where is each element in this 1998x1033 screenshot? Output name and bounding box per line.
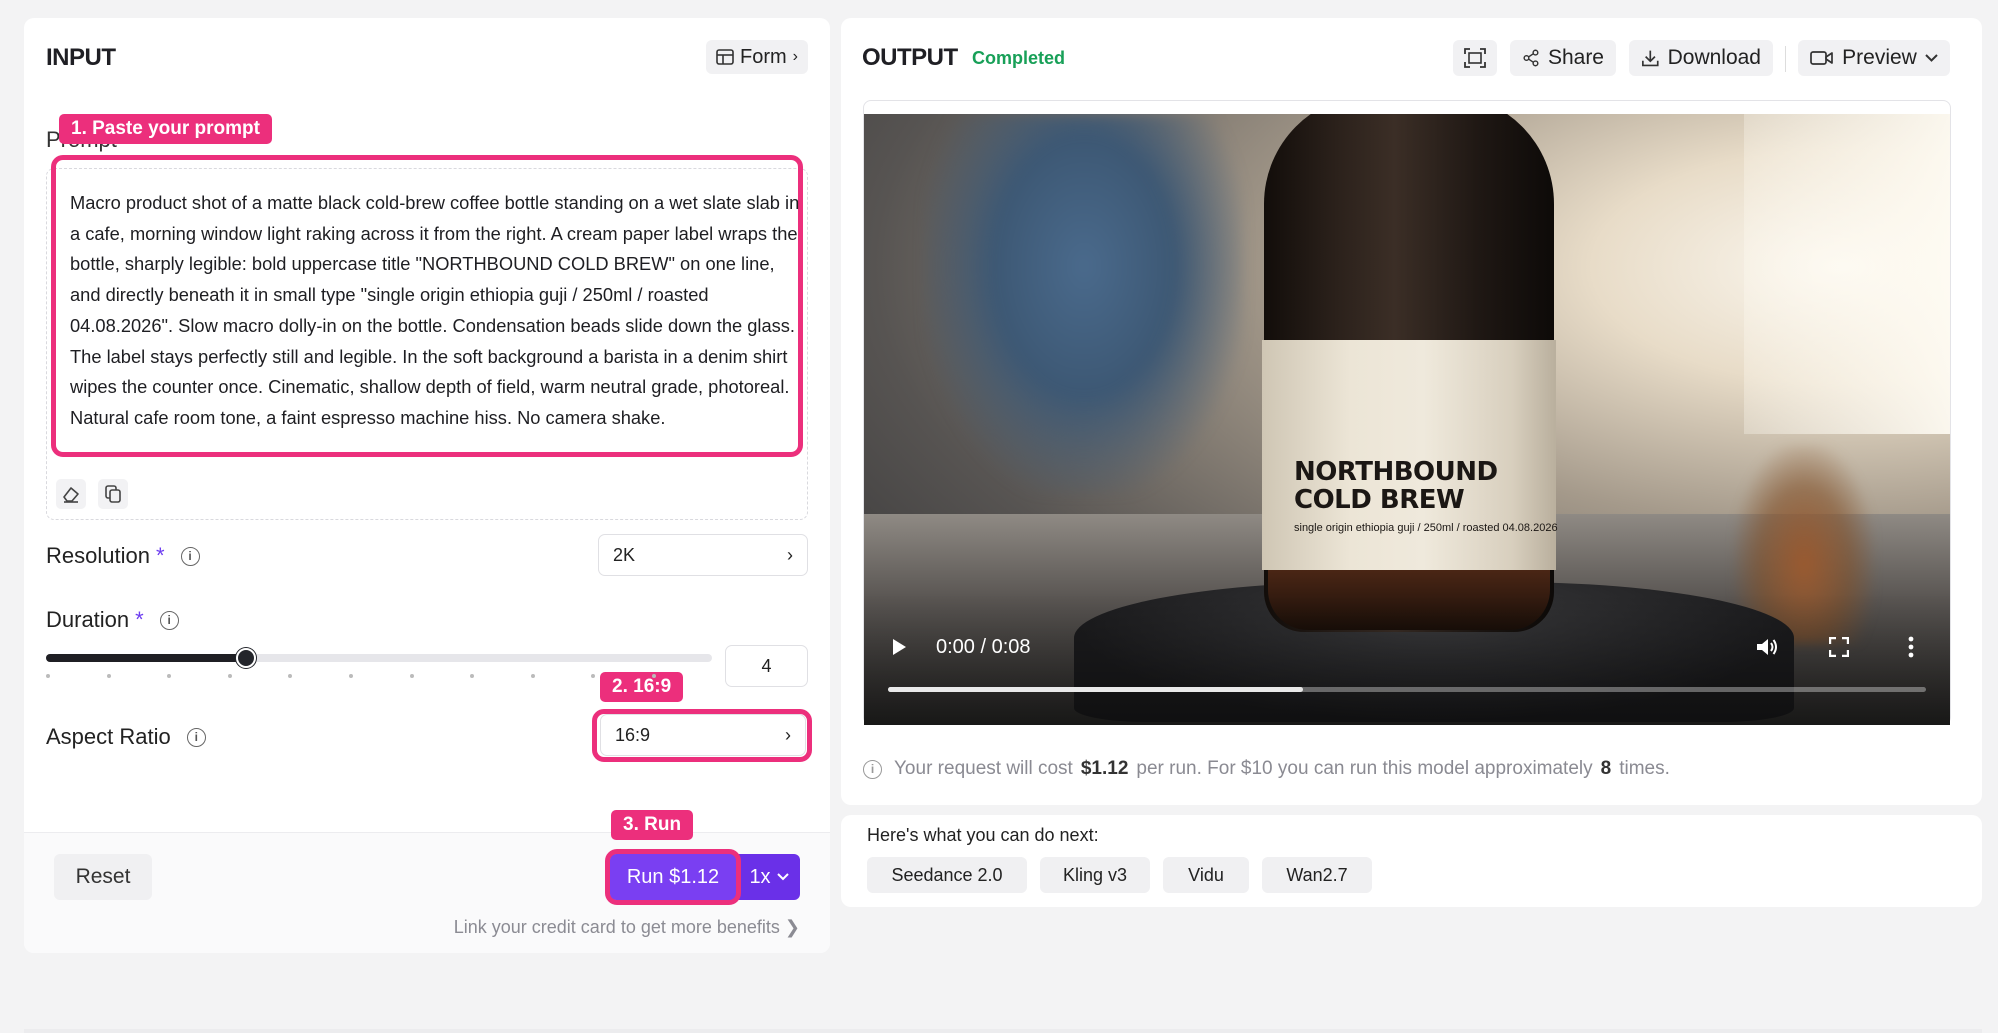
- prompt-textarea[interactable]: Macro product shot of a matte black cold…: [70, 188, 800, 434]
- video-progress-bar[interactable]: [888, 687, 1926, 692]
- resolution-label-text: Resolution: [46, 543, 150, 568]
- model-chip-vidu[interactable]: Vidu: [1163, 857, 1249, 893]
- required-mark: *: [135, 607, 144, 632]
- video-camera-icon: [1810, 51, 1833, 65]
- input-panel: INPUT Form › Prompt 1. Paste your prompt…: [24, 18, 830, 953]
- slider-tick-dot: [46, 674, 50, 678]
- slider-tick-dot: [530, 674, 535, 678]
- copy-icon[interactable]: [98, 479, 128, 509]
- share-button[interactable]: Share: [1510, 40, 1616, 76]
- info-icon[interactable]: i: [159, 610, 179, 630]
- preview-dropdown[interactable]: Preview: [1798, 40, 1950, 76]
- required-mark: *: [155, 543, 165, 568]
- video-player[interactable]: NORTHBOUND COLD BREW single origin ethio…: [864, 114, 1950, 725]
- download-icon: [1642, 50, 1659, 67]
- slider-tick-dot: [470, 674, 475, 678]
- duration-label-text: Duration: [46, 607, 130, 632]
- credit-card-link[interactable]: Link your credit card to get more benefi…: [454, 917, 800, 938]
- model-chip-wan[interactable]: Wan2.7: [1262, 857, 1372, 893]
- cost-price: $1.12: [1080, 758, 1129, 779]
- volume-icon: [1757, 639, 1777, 655]
- play-button[interactable]: [884, 632, 914, 662]
- window-light: [1744, 114, 1950, 434]
- toolbar-divider: [1785, 46, 1786, 72]
- model-chip-seedance[interactable]: Seedance 2.0: [867, 857, 1027, 893]
- download-label: Download: [1667, 46, 1761, 69]
- bottle-label-title-line2: COLD BREW: [1294, 485, 1465, 515]
- duration-label: Duration * i: [46, 607, 179, 633]
- chevron-down-icon: [1925, 54, 1938, 62]
- duration-input[interactable]: 4: [725, 645, 808, 687]
- multiplier-dropdown[interactable]: 1x: [738, 854, 800, 900]
- cost-prefix: Your request will cost: [894, 758, 1073, 779]
- next-steps-panel: Here's what you can do next: Seedance 2.…: [841, 815, 1982, 907]
- annotation-step-3: 3. Run: [611, 810, 694, 840]
- bottle-label-title-line1: NORTHBOUND: [1294, 457, 1498, 487]
- duration-slider[interactable]: [46, 648, 712, 668]
- cost-middle: per run. For $10 you can run this model …: [1136, 758, 1593, 779]
- bottle-label-title: NORTHBOUND COLD BREW: [1294, 458, 1498, 514]
- annotation-step-1: 1. Paste your prompt: [59, 114, 272, 144]
- slider-tick-dot: [652, 674, 656, 678]
- chevron-right-icon: ›: [787, 544, 793, 565]
- chevron-down-icon: [776, 873, 789, 881]
- more-vertical-icon: [1908, 636, 1914, 658]
- download-button[interactable]: Download: [1629, 40, 1773, 76]
- slider-tick-dot: [349, 674, 353, 678]
- share-icon: [1523, 49, 1539, 67]
- slider-tick-dot: [288, 674, 293, 678]
- cost-count: 8: [1600, 758, 1612, 779]
- next-steps-title: Here's what you can do next:: [867, 825, 1099, 845]
- chevron-right-icon: ›: [792, 48, 798, 65]
- video-time: 0:00 / 0:08: [936, 635, 1031, 658]
- aspect-ratio-label-text: Aspect Ratio: [46, 724, 171, 749]
- blurred-barista: [924, 114, 1244, 494]
- model-chip-kling[interactable]: Kling v3: [1040, 857, 1150, 893]
- resolution-value: 2K: [613, 544, 636, 565]
- info-icon[interactable]: i: [180, 546, 200, 566]
- fullscreen-button[interactable]: [1824, 632, 1854, 662]
- aspect-ratio-highlight: [592, 709, 812, 762]
- video-buffered-fill: [888, 687, 1304, 692]
- eraser-icon[interactable]: [56, 479, 86, 509]
- table-icon: [716, 49, 734, 65]
- form-toggle-button[interactable]: Form ›: [706, 40, 808, 74]
- more-options-button[interactable]: [1896, 632, 1926, 662]
- form-toggle-label: Form: [740, 45, 787, 68]
- play-icon: [893, 639, 906, 655]
- cost-info: i Your request will cost $1.12 per run. …: [863, 758, 1670, 780]
- output-panel: OUTPUT Completed Share Download Preview …: [841, 18, 1982, 805]
- fit-screen-button[interactable]: [1453, 40, 1497, 76]
- info-icon: i: [863, 759, 882, 779]
- reset-button[interactable]: Reset: [54, 854, 152, 900]
- slider-tick-dot: [591, 674, 596, 678]
- run-highlight: [605, 849, 741, 905]
- share-label: Share: [1547, 46, 1604, 69]
- fullscreen-icon: [1829, 637, 1849, 657]
- info-icon[interactable]: i: [186, 727, 206, 747]
- resolution-select[interactable]: 2K ›: [598, 534, 808, 576]
- aspect-ratio-label: Aspect Ratio i: [46, 724, 206, 750]
- input-title: INPUT: [46, 44, 116, 71]
- preview-label: Preview: [1842, 46, 1917, 69]
- multiplier-label: 1x: [749, 865, 771, 888]
- expand-frame-icon: [1464, 48, 1486, 68]
- cost-suffix: times.: [1619, 758, 1670, 779]
- output-title: OUTPUT: [862, 44, 958, 71]
- bottle-label: [1262, 340, 1556, 570]
- bottle-label-subtitle: single origin ethiopia guji / 250ml / ro…: [1294, 522, 1558, 534]
- slider-tick-dot: [409, 674, 414, 678]
- resolution-label: Resolution * i: [46, 543, 200, 569]
- annotation-step-2: 2. 16:9: [600, 672, 684, 702]
- slider-tick-dot: [227, 674, 232, 678]
- bottom-strip: [24, 1029, 1982, 1033]
- slider-tick-dot: [106, 674, 111, 678]
- duration-slider-fill: [46, 654, 246, 662]
- slider-tick-dot: [167, 674, 172, 678]
- status-badge: Completed: [972, 48, 1066, 68]
- volume-button[interactable]: [1752, 632, 1782, 662]
- duration-slider-thumb[interactable]: [235, 648, 256, 668]
